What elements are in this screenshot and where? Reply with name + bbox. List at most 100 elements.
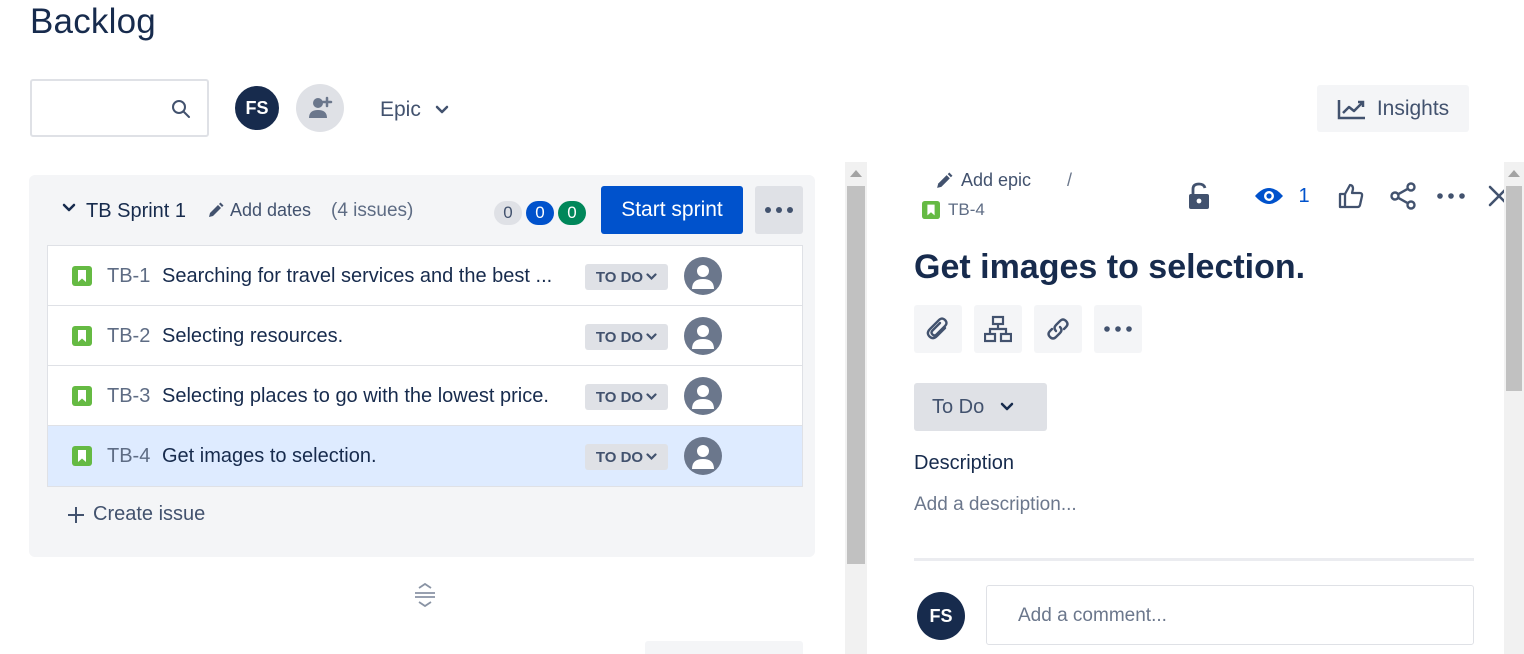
person-icon	[692, 325, 714, 349]
scroll-up-arrow-icon[interactable]	[850, 170, 862, 177]
issue-row-tb-3[interactable]: TB-3 Selecting places to go with the low…	[48, 366, 802, 426]
trend-chart-icon	[1337, 99, 1365, 119]
scroll-up-arrow-icon[interactable]	[1508, 170, 1520, 177]
issue-row-tb-2[interactable]: TB-2 Selecting resources. TO DO	[48, 306, 802, 366]
chevron-down-icon	[435, 105, 449, 114]
unlock-icon	[1189, 182, 1209, 209]
chevron-down-icon	[646, 273, 657, 281]
add-epic-label: Add epic	[961, 170, 1032, 190]
description-field[interactable]: Add a description...	[914, 494, 1077, 516]
status-label: TO DO	[595, 328, 644, 346]
sprint-issue-count: (4 issues)	[331, 200, 414, 221]
status-dropdown[interactable]: TO DO	[585, 384, 668, 410]
comment-user-avatar: FS	[917, 592, 965, 640]
search-input[interactable]	[30, 79, 209, 137]
hierarchy-icon	[984, 315, 1012, 343]
plus-icon	[68, 506, 84, 523]
scrollbar-thumb[interactable]	[1506, 186, 1522, 391]
child-issues-button[interactable]	[974, 305, 1022, 353]
chevron-down-icon	[646, 453, 657, 461]
create-issue-label: Create issue	[93, 503, 206, 525]
issue-key[interactable]: TB-3	[107, 385, 150, 408]
create-issue-button[interactable]: Create issue	[67, 503, 205, 526]
attach-button[interactable]	[914, 305, 962, 353]
more-horizontal-icon	[1104, 326, 1132, 332]
issue-actions-bar: 1	[1181, 178, 1517, 214]
collapse-chevron-icon[interactable]	[62, 203, 76, 213]
pencil-icon	[209, 202, 224, 217]
done-count-badge: 0	[558, 201, 586, 225]
issue-key[interactable]: TB-4	[107, 445, 150, 468]
link-issue-button[interactable]	[1034, 305, 1082, 353]
sprint-issue-list: TB-1 Searching for travel services and t…	[47, 245, 803, 487]
backlog-header-partial	[645, 641, 803, 654]
start-sprint-button[interactable]: Start sprint	[601, 186, 743, 234]
person-icon	[692, 445, 714, 469]
paperclip-icon	[926, 317, 948, 340]
story-icon	[72, 326, 92, 346]
more-horizontal-icon	[765, 207, 793, 213]
section-divider	[914, 558, 1474, 561]
add-dates-label: Add dates	[230, 200, 312, 220]
restrictions-button[interactable]	[1181, 178, 1217, 214]
breadcrumb-separator: /	[1067, 170, 1073, 190]
tools-more-button[interactable]	[1094, 305, 1142, 353]
scrollbar-thumb[interactable]	[847, 186, 865, 564]
issue-status-label: To Do	[932, 395, 985, 418]
sprint-header: TB Sprint 1 Add dates (4 issues) 0 0 0 S…	[29, 175, 815, 245]
unassigned-avatar[interactable]	[684, 437, 722, 475]
pencil-icon	[937, 172, 953, 188]
backlog-scrollbar[interactable]	[845, 162, 867, 654]
vote-button[interactable]	[1333, 178, 1369, 214]
issue-tools	[914, 305, 1142, 353]
story-icon	[72, 386, 92, 406]
user-avatar-fs[interactable]: FS	[233, 84, 281, 132]
status-label: TO DO	[595, 388, 644, 406]
sprint-more-button[interactable]	[755, 186, 803, 234]
add-epic-button[interactable]: Add epic	[935, 170, 1031, 191]
issue-summary: Selecting resources.	[162, 325, 344, 347]
issue-key[interactable]: TB-1	[107, 265, 150, 288]
status-dropdown[interactable]: TO DO	[585, 264, 668, 290]
issue-status-dropdown[interactable]: To Do	[914, 383, 1047, 431]
unassigned-avatar[interactable]	[684, 257, 722, 295]
chevron-down-icon	[1001, 402, 1014, 411]
share-button[interactable]	[1385, 178, 1421, 214]
breadcrumb-issue-key[interactable]: TB-4	[922, 200, 985, 220]
add-people-button[interactable]	[296, 84, 344, 132]
insights-label: Insights	[1376, 96, 1450, 120]
issue-summary: Searching for travel services and the be…	[162, 265, 553, 287]
add-person-icon	[309, 96, 333, 118]
sprint-container: TB Sprint 1 Add dates (4 issues) 0 0 0 S…	[29, 175, 815, 557]
issue-title[interactable]: Get images to selection.	[914, 248, 1305, 287]
status-dropdown[interactable]: TO DO	[585, 444, 668, 470]
add-dates-button[interactable]: Add dates	[207, 200, 311, 221]
thumbs-up-icon	[1338, 183, 1364, 209]
person-icon	[692, 265, 714, 289]
insights-button[interactable]: Insights	[1317, 85, 1469, 132]
story-icon	[72, 446, 92, 466]
issue-row-tb-4[interactable]: TB-4 Get images to selection. TO DO	[48, 426, 802, 486]
epic-filter-dropdown[interactable]: Epic	[370, 90, 459, 130]
unassigned-avatar[interactable]	[684, 377, 722, 415]
description-label: Description	[914, 452, 1015, 474]
issue-key-label: TB-4	[948, 200, 985, 219]
issue-more-button[interactable]	[1433, 178, 1469, 214]
watch-button[interactable]: 1	[1245, 178, 1319, 214]
status-dropdown[interactable]: TO DO	[585, 324, 668, 350]
issue-detail-panel: Add epic / TB-4 1 Get images to selectio…	[868, 162, 1510, 654]
issue-key[interactable]: TB-2	[107, 325, 150, 348]
sprint-name: TB Sprint 1	[86, 200, 187, 222]
issue-summary: Get images to selection.	[162, 445, 377, 467]
more-horizontal-icon	[1437, 193, 1465, 199]
story-icon	[922, 201, 940, 219]
unassigned-avatar[interactable]	[684, 317, 722, 355]
epic-filter-label: Epic	[380, 98, 421, 121]
issue-summary: Selecting places to go with the lowest p…	[162, 385, 549, 407]
issue-row-tb-1[interactable]: TB-1 Searching for travel services and t…	[48, 246, 802, 306]
in-progress-count-badge: 0	[526, 201, 554, 225]
status-label: TO DO	[595, 268, 644, 286]
comment-input[interactable]: Add a comment...	[986, 585, 1474, 645]
detail-scrollbar[interactable]	[1504, 162, 1524, 654]
resize-handle-icon[interactable]	[413, 582, 437, 608]
